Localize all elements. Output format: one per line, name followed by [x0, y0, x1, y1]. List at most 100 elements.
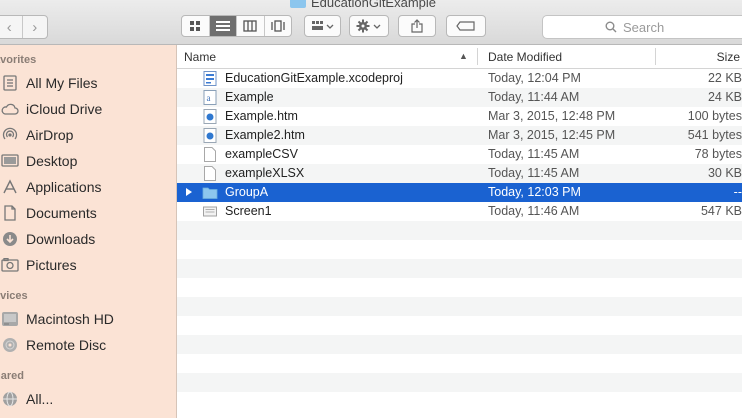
- icon-view-button[interactable]: [182, 16, 209, 36]
- tag-icon: [456, 21, 475, 31]
- arrange-grid-icon: [311, 21, 333, 30]
- search-field[interactable]: Search: [542, 15, 742, 39]
- desktop-icon: [0, 152, 20, 170]
- chevron-right-icon: ›: [32, 18, 38, 36]
- window-title-text: EducationGitExample: [311, 0, 437, 10]
- file-name: Example2.htm: [225, 128, 305, 142]
- disclosure-triangle-icon[interactable]: [186, 188, 192, 196]
- empty-row: [177, 335, 742, 354]
- file-date: Today, 12:03 PM: [488, 185, 581, 199]
- file-size: 541 bytes: [687, 128, 742, 142]
- list-view-button[interactable]: [208, 16, 236, 36]
- sidebar-item-pictures[interactable]: Pictures: [0, 252, 176, 278]
- downloads-icon: [0, 230, 20, 248]
- file-size: 547 KB: [700, 204, 742, 218]
- sidebar-item-label: Remote Disc: [26, 337, 107, 353]
- all-files-icon: [0, 74, 20, 92]
- sidebar-item-label: All...: [26, 391, 54, 407]
- empty-row: [177, 354, 742, 373]
- sidebar-item-airdrop[interactable]: AirDrop: [0, 122, 176, 148]
- sidebar-section-favorites: avorites: [0, 54, 37, 66]
- html-file-icon: [203, 128, 217, 143]
- sidebar: avorites All My Files iCloud Drive AirDr…: [0, 45, 177, 418]
- disc-icon: [0, 336, 20, 354]
- column-header-size[interactable]: Size: [717, 50, 740, 64]
- sidebar-item-downloads[interactable]: Downloads: [0, 226, 176, 252]
- file-name: Example.htm: [225, 109, 298, 123]
- forward-button[interactable]: ›: [21, 16, 48, 38]
- harddisk-icon: [0, 310, 20, 328]
- share-icon: [411, 19, 423, 33]
- file-date: Today, 12:04 PM: [488, 71, 581, 85]
- toolbar: EducationGitExample ‹ › Search: [0, 0, 742, 45]
- cloud-icon: [0, 100, 20, 118]
- sidebar-section-shared: hared: [0, 370, 24, 382]
- sidebar-item-remote-disc[interactable]: Remote Disc: [0, 332, 176, 358]
- file-date: Today, 11:44 AM: [488, 90, 580, 104]
- column-view-button[interactable]: [236, 16, 264, 36]
- table-row[interactable]: exampleCSV Today, 11:45 AM 78 bytes: [177, 145, 742, 164]
- file-rows: EducationGitExample.xcodeproj Today, 12:…: [177, 69, 742, 411]
- file-name: EducationGitExample.xcodeproj: [225, 71, 403, 85]
- applications-icon: [0, 178, 20, 196]
- sidebar-item-label: Pictures: [26, 257, 77, 273]
- file-size: 78 bytes: [694, 147, 742, 161]
- empty-row: [177, 316, 742, 335]
- file-date: Mar 3, 2015, 12:48 PM: [488, 109, 616, 123]
- column-divider[interactable]: [655, 48, 656, 65]
- column-divider[interactable]: [477, 48, 478, 65]
- arrange-button[interactable]: [304, 15, 341, 37]
- sidebar-item-applications[interactable]: Applications: [0, 174, 176, 200]
- sidebar-item-icloud-drive[interactable]: iCloud Drive: [0, 96, 176, 122]
- table-row[interactable]: Screen1 Today, 11:46 AM 547 KB: [177, 202, 742, 221]
- table-row[interactable]: exampleXLSX Today, 11:45 AM 30 KB: [177, 164, 742, 183]
- empty-row: [177, 240, 742, 259]
- tags-button[interactable]: [446, 15, 486, 37]
- table-row[interactable]: EducationGitExample.xcodeproj Today, 12:…: [177, 69, 742, 88]
- file-date: Today, 11:46 AM: [488, 204, 580, 218]
- table-row[interactable]: Example2.htm Mar 3, 2015, 12:45 PM 541 b…: [177, 126, 742, 145]
- sidebar-item-label: Macintosh HD: [26, 311, 114, 327]
- file-date: Today, 11:45 AM: [488, 147, 580, 161]
- column-header-row: Name ▲ Date Modified Size: [177, 45, 742, 69]
- file-size: 30 KB: [707, 166, 742, 180]
- coverflow-view-button[interactable]: [263, 16, 292, 36]
- folder-icon: [290, 0, 306, 8]
- file-name: Example: [225, 90, 274, 104]
- column-header-name[interactable]: Name: [184, 50, 216, 64]
- file-date: Mar 3, 2015, 12:45 PM: [488, 128, 616, 142]
- gear-icon: [356, 19, 381, 33]
- table-row[interactable]: a Example Today, 11:44 AM 24 KB: [177, 88, 742, 107]
- nav-buttons: ‹ ›: [0, 15, 48, 39]
- sidebar-item-all-shared[interactable]: All...: [0, 386, 176, 412]
- sidebar-item-label: Downloads: [26, 231, 96, 247]
- documents-icon: [0, 204, 20, 222]
- empty-row: [177, 392, 742, 411]
- table-row-selected[interactable]: GroupA Today, 12:03 PM --: [177, 183, 742, 202]
- folder-icon: [202, 187, 218, 199]
- sidebar-item-label: All My Files: [26, 75, 98, 91]
- sidebar-item-all-my-files[interactable]: All My Files: [0, 70, 176, 96]
- sort-ascending-icon: ▲: [459, 51, 468, 61]
- table-row[interactable]: Example.htm Mar 3, 2015, 12:48 PM 100 by…: [177, 107, 742, 126]
- action-button[interactable]: [349, 15, 389, 37]
- chevron-left-icon: ‹: [6, 18, 12, 36]
- share-button[interactable]: [398, 15, 436, 37]
- sidebar-item-label: Applications: [26, 179, 102, 195]
- column-header-date[interactable]: Date Modified: [488, 50, 562, 64]
- search-icon: [605, 21, 617, 33]
- file-name: exampleCSV: [225, 147, 298, 161]
- list-icon: [215, 21, 230, 31]
- back-button[interactable]: ‹: [0, 16, 22, 38]
- empty-row: [177, 259, 742, 278]
- file-date: Today, 11:45 AM: [488, 166, 580, 180]
- image-file-icon: [203, 206, 217, 217]
- sidebar-item-label: iCloud Drive: [26, 101, 103, 117]
- file-name: exampleXLSX: [225, 166, 305, 180]
- file-size: 24 KB: [707, 90, 742, 104]
- file-size: 22 KB: [707, 71, 742, 85]
- sidebar-item-desktop[interactable]: Desktop: [0, 148, 176, 174]
- sidebar-item-documents[interactable]: Documents: [0, 200, 176, 226]
- sidebar-item-macintosh-hd[interactable]: Macintosh HD: [0, 306, 176, 332]
- window-title: EducationGitExample: [290, 0, 436, 10]
